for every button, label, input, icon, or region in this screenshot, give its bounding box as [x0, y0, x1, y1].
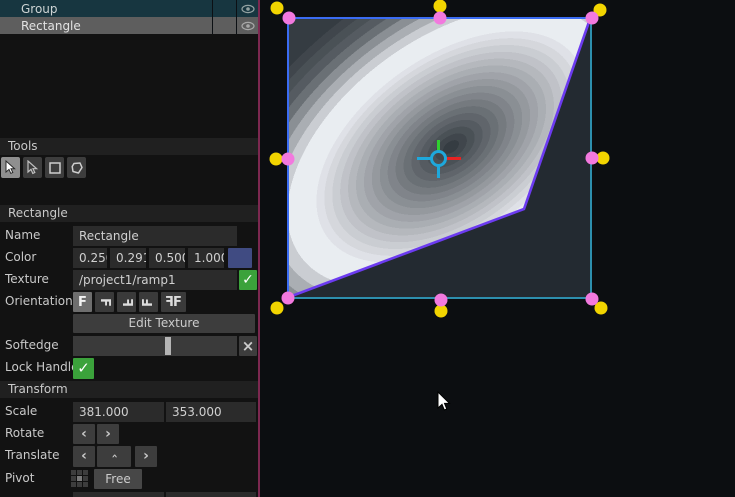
transform-header: Transform — [0, 381, 258, 398]
properties-header: Rectangle — [0, 205, 258, 222]
color-label: Color — [5, 250, 37, 264]
texture-row: Texture /project1/ramp1 ✓ — [0, 270, 258, 290]
color-g-input[interactable]: 0.291 — [110, 248, 146, 268]
texture-input[interactable]: /project1/ramp1 — [73, 270, 237, 290]
softedge-label: Softedge — [5, 338, 59, 352]
edit-texture-button[interactable]: Edit Texture — [73, 314, 255, 333]
color-b-input[interactable]: 0.500 — [149, 248, 185, 268]
eye-icon — [240, 21, 255, 30]
translate-label: Translate — [5, 448, 60, 462]
layer-name[interactable]: Rectangle — [0, 19, 212, 33]
magenta-handle[interactable] — [585, 292, 599, 306]
polygon-icon — [70, 161, 83, 174]
orientation-rotate270-button[interactable]: F — [139, 292, 158, 312]
color-row: Color 0.250 0.291 0.500 1.000 — [0, 248, 258, 268]
color-r-input[interactable]: 0.250 — [73, 248, 107, 268]
color-a-input[interactable]: 1.000 — [188, 248, 224, 268]
orientation-rotate90-button[interactable]: F — [95, 292, 114, 312]
translate-updown-button[interactable]: ‹ ‹ — [97, 446, 131, 476]
pivot-label: Pivot — [5, 471, 35, 485]
translate-row: Translate ‹ ‹ ‹ › — [0, 446, 258, 476]
softedge-row: Softedge × — [0, 336, 258, 356]
toolbar — [1, 157, 86, 178]
scale-row: Scale 381.000 353.000 — [0, 402, 258, 422]
scale-y-input[interactable]: 353.000 — [166, 402, 256, 422]
rotate-right-button[interactable]: › — [97, 424, 119, 444]
pivot-row: Pivot Free — [0, 469, 258, 489]
softedge-slider[interactable] — [73, 336, 237, 356]
magenta-handle[interactable] — [585, 11, 599, 25]
orientation-rotate90-mirror-button[interactable]: F — [117, 292, 136, 312]
pivot-anchor-grid[interactable] — [71, 470, 90, 489]
orientation-row: Orientation F F F F FF — [0, 292, 258, 312]
softedge-clear-button[interactable]: × — [239, 336, 257, 356]
lock-handle-row: Lock Handle ✓ — [0, 358, 258, 379]
clipped-bottom-row — [0, 492, 258, 497]
rotate-left-button[interactable]: ‹ — [73, 424, 95, 444]
rotate-label: Rotate — [5, 426, 45, 440]
visibility-toggle[interactable] — [236, 17, 258, 34]
left-panel: Group Rectangle Tools Rectangle Name Rec… — [0, 0, 258, 497]
select-tool-button[interactable] — [1, 157, 20, 178]
texture-valid-check-icon[interactable]: ✓ — [239, 270, 257, 290]
lock-handle-checkbox[interactable]: ✓ — [73, 358, 94, 379]
translate-left-button[interactable]: ‹ — [73, 446, 95, 467]
direct-select-tool-button[interactable] — [23, 157, 42, 178]
app-window: Group Rectangle Tools Rectangle Name Rec… — [0, 0, 735, 497]
orientation-mirror-pair-button[interactable]: FF — [161, 292, 186, 312]
orientation-buttons: F F F F FF — [73, 292, 258, 312]
rectangle-tool-button[interactable] — [45, 157, 64, 178]
magenta-handle[interactable] — [281, 152, 295, 166]
magenta-handle[interactable] — [433, 11, 447, 25]
edit-texture-row: Edit Texture — [0, 314, 258, 334]
layer-row-group[interactable]: Group — [0, 0, 258, 17]
scale-x-input[interactable]: 381.000 — [73, 402, 164, 422]
name-label: Name — [5, 228, 41, 242]
layer-name[interactable]: Group — [0, 2, 212, 16]
name-row: Name Rectangle — [0, 226, 258, 246]
pivot-mode-button[interactable]: Free — [94, 469, 142, 489]
pivot-gizmo[interactable] — [414, 128, 464, 182]
layer-row-rectangle[interactable]: Rectangle — [0, 17, 258, 34]
polygon-tool-button[interactable] — [67, 157, 86, 178]
cursor-arrow-icon — [5, 160, 16, 175]
yellow-handle[interactable] — [270, 301, 284, 315]
mouse-cursor — [437, 391, 451, 411]
magenta-handle[interactable] — [434, 293, 448, 307]
magenta-handle[interactable] — [585, 151, 599, 165]
orientation-label: Orientation — [5, 294, 73, 308]
tools-header: Tools — [0, 138, 258, 155]
orientation-normal-button[interactable]: F — [73, 292, 92, 312]
yellow-handle[interactable] — [270, 1, 284, 15]
magenta-handle[interactable] — [281, 291, 295, 305]
viewport-canvas[interactable] — [260, 0, 735, 497]
translate-right-button[interactable]: › — [135, 446, 157, 467]
texture-label: Texture — [5, 272, 49, 286]
scale-label: Scale — [5, 404, 38, 418]
softedge-slider-thumb[interactable] — [165, 337, 171, 355]
color-swatch[interactable] — [228, 248, 252, 268]
layer-mid-cell — [212, 0, 236, 17]
layer-mid-cell — [212, 17, 236, 34]
eye-icon — [240, 4, 255, 13]
clipped-field-1[interactable] — [73, 492, 164, 497]
lock-handle-label: Lock Handle — [5, 360, 79, 374]
rotate-row: Rotate ‹ › — [0, 424, 258, 444]
name-input[interactable]: Rectangle — [73, 226, 237, 246]
pivot-circle — [430, 150, 447, 167]
visibility-toggle[interactable] — [236, 0, 258, 17]
clipped-field-2[interactable] — [166, 492, 256, 497]
rectangle-icon — [48, 161, 61, 174]
outline-arrow-icon — [27, 160, 39, 175]
magenta-handle[interactable] — [282, 11, 296, 25]
